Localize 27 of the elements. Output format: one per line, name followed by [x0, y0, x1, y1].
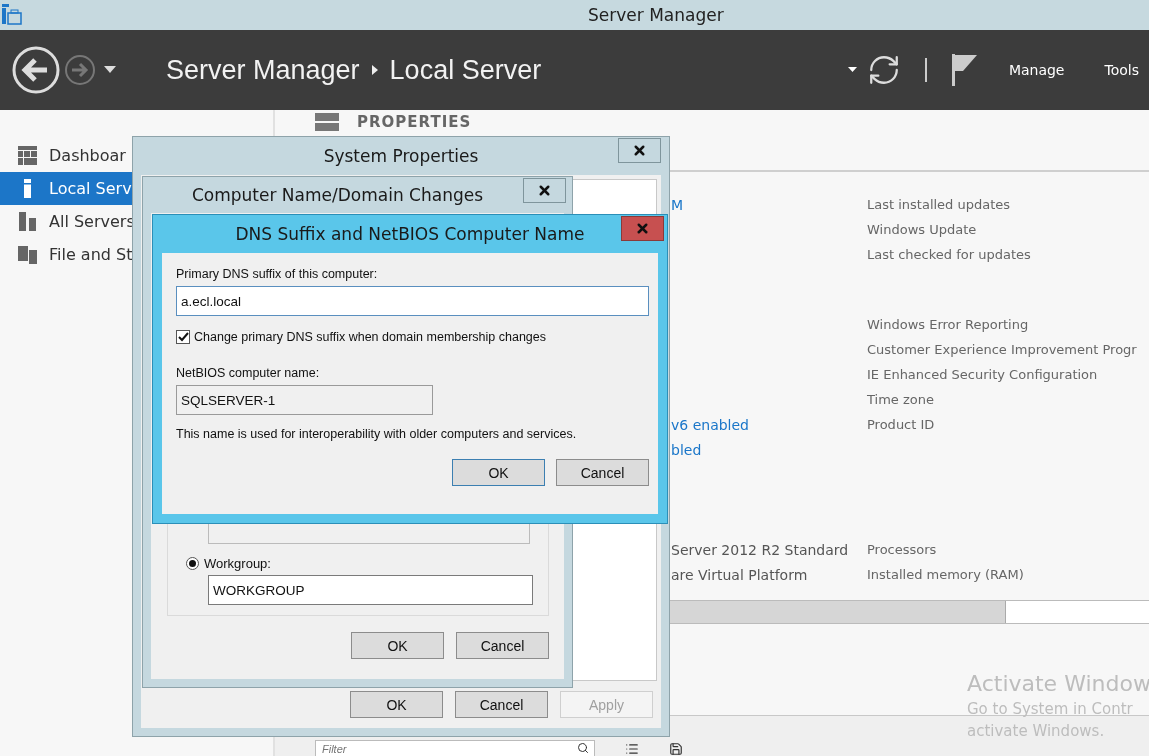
property-label: Processors: [867, 542, 938, 557]
property-label: Windows Update: [867, 222, 978, 237]
property-label: Last installed updates: [867, 197, 1012, 212]
property-label: Installed memory (RAM): [867, 567, 1025, 582]
field-label: Primary DNS suffix of this computer:: [176, 267, 379, 281]
property-label: Time zone: [867, 392, 935, 407]
property-label: Product ID: [867, 417, 936, 432]
property-label: Last checked for updates: [867, 247, 1032, 262]
property-label: Customer Experience Improvement Progr: [867, 342, 1138, 357]
sidebar-item-label: File and St: [49, 245, 133, 264]
field-label: NetBIOS computer name:: [176, 366, 321, 380]
property-value: are Virtual Platform: [671, 566, 809, 583]
checkbox-label: Change primary DNS suffix when domain membership changes: [194, 330, 547, 344]
sidebar-item-label: Dashboar: [49, 146, 126, 165]
radio-label: Workgroup:: [204, 556, 271, 571]
activation-text: Go to System in Contr: [967, 700, 1134, 718]
info-text: This name is used for interoperability with older computers and services.: [176, 427, 578, 441]
dialog-title: DNS Suffix and NetBIOS Computer Name: [235, 224, 585, 244]
dialog-title: System Properties: [323, 146, 479, 166]
property-label: Windows Error Reporting: [867, 317, 1030, 332]
dialog-title: Computer Name/Domain Changes: [191, 185, 484, 205]
sidebar-item-label: All Servers: [49, 212, 135, 231]
property-value: Server 2012 R2 Standard: [671, 541, 850, 558]
section-heading: PROPERTIES: [357, 113, 472, 131]
sidebar-item-label: Local Serv: [49, 179, 132, 198]
property-label: IE Enhanced Security Configuration: [867, 367, 1099, 382]
window-title: Server Manager: [588, 5, 724, 25]
